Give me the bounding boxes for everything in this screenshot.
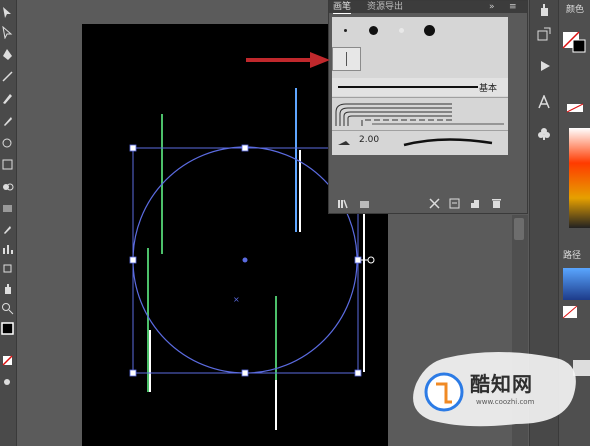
rotate-handle — [367, 256, 375, 264]
gradient-icon[interactable] — [1, 202, 14, 215]
scale-icon[interactable] — [1, 158, 14, 171]
draw-mode-icon[interactable] — [1, 376, 14, 389]
watermark-logo-text: 酷知网 — [470, 372, 533, 396]
pattern-brush-preview — [335, 103, 504, 126]
play-panel-icon[interactable] — [538, 58, 552, 72]
character-panel-icon[interactable] — [537, 94, 551, 109]
hand-icon[interactable] — [1, 282, 14, 295]
libraries-panel-icon[interactable] — [359, 194, 370, 208]
symbols-panel-icon[interactable] — [537, 126, 551, 140]
color-panel-title: 颜色 — [566, 5, 585, 15]
options-icon[interactable] — [449, 194, 460, 209]
pen-icon[interactable] — [1, 48, 14, 61]
cursor-mark: × — [233, 295, 240, 304]
selected-brush-swatch[interactable] — [332, 47, 361, 71]
remove-stroke-icon[interactable] — [429, 194, 440, 209]
fill-stroke-icon[interactable] — [1, 322, 14, 335]
tab-asset-export[interactable]: 资源导出 — [367, 1, 403, 13]
panel-footer — [329, 191, 527, 211]
path-label: 路径 — [563, 251, 582, 261]
brush-row-pattern[interactable] — [332, 97, 508, 130]
brush-icon[interactable] — [1, 92, 14, 105]
select-icon[interactable] — [1, 6, 14, 19]
center-point — [242, 257, 248, 263]
brush-dot-4[interactable] — [417, 17, 443, 45]
brush-size-label: 2.00 — [359, 135, 380, 145]
collapse-panel-button[interactable]: » — [489, 1, 495, 13]
red-arrow-annotation — [246, 52, 330, 68]
brush-library-icon[interactable] — [337, 194, 348, 209]
new-brush-icon[interactable] — [469, 194, 480, 208]
tab-brushes[interactable]: 画笔 — [333, 1, 352, 14]
graph-icon[interactable] — [1, 242, 14, 255]
line-icon[interactable] — [1, 70, 14, 83]
zoom-icon[interactable] — [1, 302, 14, 315]
direct-select-icon[interactable] — [1, 26, 14, 39]
brush-dot-2[interactable] — [361, 17, 387, 45]
none-color-icon[interactable] — [1, 354, 14, 367]
rotate-icon[interactable] — [1, 136, 14, 149]
export-panel-icon[interactable] — [537, 26, 551, 41]
artboard-icon[interactable] — [1, 262, 14, 275]
eyedropper-icon[interactable] — [1, 222, 14, 235]
scrollbar-thumb[interactable] — [514, 218, 524, 240]
delete-brush-icon[interactable] — [491, 194, 502, 208]
panel-menu-button[interactable]: ≡ — [509, 1, 517, 13]
brushes-panel: 画笔 资源导出 » ≡ 基本 2.00 — [328, 0, 528, 214]
hand-panel-icon[interactable] — [537, 2, 551, 16]
watermark-url: www.coozhi.com — [476, 398, 535, 406]
pencil-icon[interactable] — [1, 114, 14, 127]
panel-tabs: 画笔 资源导出 » ≡ — [329, 1, 527, 14]
basic-brush-label: 基本 — [479, 84, 498, 94]
brush-dot-3[interactable] — [389, 17, 415, 45]
shape-builder-icon[interactable] — [1, 180, 14, 193]
brush-dot-1[interactable] — [333, 17, 359, 45]
